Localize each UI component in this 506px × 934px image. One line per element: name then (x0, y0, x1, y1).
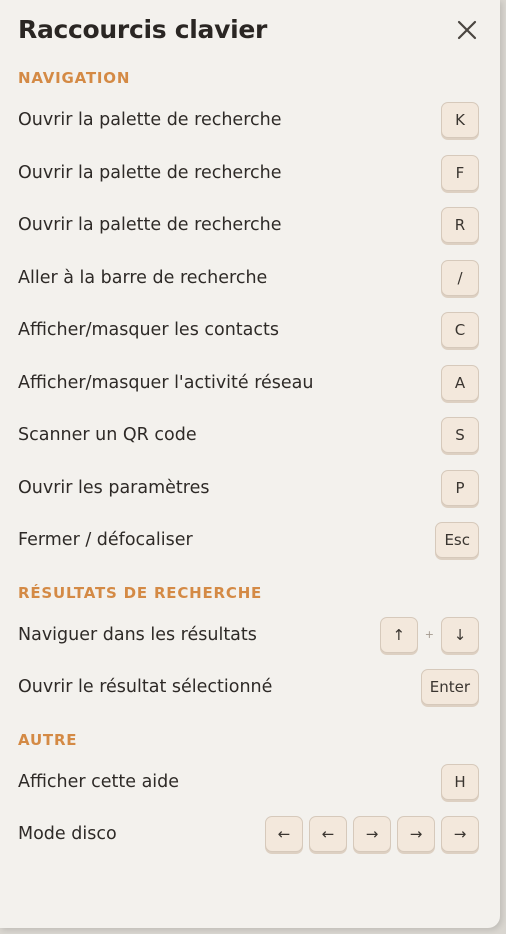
shortcut-row: Afficher/masquer l'activité réseau A (18, 357, 479, 410)
section-title-navigation: NAVIGATION (18, 69, 131, 87)
shortcut-row: Mode disco ← ← → → → (18, 808, 479, 861)
shortcut-row: Ouvrir les paramètres P (18, 462, 479, 515)
shortcut-row: Ouvrir la palette de recherche F (18, 147, 479, 200)
section-other: AUTRE Afficher cette aide H Mode disco ← ← → →… (18, 724, 479, 861)
shortcut-row: Ouvrir la palette de recherche K (18, 94, 479, 147)
shortcut-keys: S (441, 417, 479, 454)
shortcut-keys: H (441, 763, 479, 800)
dialog-header: Raccourcis clavier (18, 0, 479, 62)
shortcut-label: Scanner un QR code (18, 425, 197, 446)
keycap: / (441, 259, 479, 296)
shortcut-row: Afficher/masquer les contacts C (18, 304, 479, 357)
keycap: ↑ (379, 616, 418, 653)
close-icon[interactable] (455, 18, 479, 42)
shortcut-row: Naviguer dans les résultats ↑ + ↓ (18, 609, 479, 662)
section-title-other: AUTRE (18, 730, 78, 749)
shortcut-keys: K (441, 102, 479, 139)
shortcut-keys: P (441, 469, 479, 506)
keycap: → (397, 816, 435, 853)
shortcut-label: Ouvrir la palette de recherche (18, 162, 282, 183)
shortcut-keys: C (441, 312, 479, 349)
keycap: → (353, 816, 391, 853)
keycap: K (441, 102, 479, 139)
shortcut-label: Ouvrir les paramètres (18, 477, 210, 498)
keycap: R (441, 207, 479, 244)
shortcut-keys: R (441, 207, 479, 244)
rows-results: Naviguer dans les résultats ↑ + ↓ Ouvrir le … (18, 609, 479, 714)
shortcut-label: Ouvrir le résultat sélectionné (18, 677, 273, 698)
rows-navigation: Ouvrir la palette de recherche K Ouvrir la… (18, 94, 479, 567)
shortcut-keys: ↑ + ↓ (379, 616, 479, 653)
keycap: F (441, 154, 479, 191)
keycap: ↓ (441, 616, 479, 653)
shortcut-row: Ouvrir la palette de recherche R (18, 199, 479, 252)
keycap: P (441, 469, 479, 506)
rows-other: Afficher cette aide H Mode disco ← ← → → → (18, 756, 479, 861)
keycap: S (441, 417, 479, 454)
section-navigation: NAVIGATION Ouvrir la palette de recherch… (18, 62, 479, 567)
section-results: RÉSULTATS DE RECHERCHE Naviguer dans les… (18, 577, 479, 714)
shortcut-keys: A (441, 364, 479, 401)
shortcut-label: Fermer / défocaliser (18, 530, 193, 551)
shortcut-label: Mode disco (18, 824, 117, 845)
shortcut-keys: ← ← → → → (265, 816, 479, 853)
keycap: ← (265, 816, 303, 853)
keycap: Enter (420, 669, 479, 706)
key-separator: + (424, 628, 434, 642)
shortcuts-dialog: Raccourcis clavier NAVIGATION Ouvrir la … (0, 0, 500, 928)
shortcut-label: Afficher cette aide (18, 771, 180, 792)
shortcut-row: Aller à la barre de recherche / (18, 252, 479, 305)
shortcut-row: Afficher cette aide H (18, 756, 479, 809)
shortcut-row: Fermer / défocaliser Esc (18, 514, 479, 567)
shortcut-label: Afficher/masquer les contacts (18, 320, 279, 341)
keycap: H (441, 763, 479, 800)
dialog-title: Raccourcis clavier (18, 15, 268, 44)
keycap: ← (309, 816, 347, 853)
keycap: A (441, 364, 479, 401)
keycap: C (441, 312, 479, 349)
shortcut-label: Naviguer dans les résultats (18, 624, 257, 645)
section-title-results: RÉSULTATS DE RECHERCHE (18, 583, 263, 602)
shortcut-label: Afficher/masquer l'activité réseau (18, 372, 314, 393)
shortcut-label: Ouvrir la palette de recherche (18, 110, 282, 131)
keycap: → (441, 816, 479, 853)
shortcut-keys: F (441, 154, 479, 191)
shortcut-row: Ouvrir le résultat sélectionné Enter (18, 661, 479, 714)
shortcut-keys: / (441, 259, 479, 296)
shortcut-label: Aller à la barre de recherche (18, 267, 268, 288)
shortcut-row: Scanner un QR code S (18, 409, 479, 462)
shortcut-label: Ouvrir la palette de recherche (18, 215, 282, 236)
shortcut-keys: Esc (435, 522, 479, 559)
keycap: Esc (435, 522, 479, 559)
shortcut-keys: Enter (420, 669, 479, 706)
